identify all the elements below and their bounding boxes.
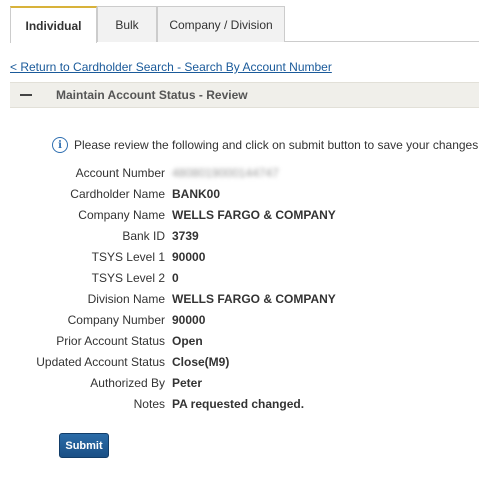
field-value: PA requested changed. [172, 396, 305, 411]
info-text: Please review the following and click on… [74, 138, 479, 152]
field-label: Company Number [67, 312, 165, 327]
field-label: TSYS Level 2 [91, 270, 165, 285]
field-tsys-level-1: TSYS Level 1 90000 [0, 246, 479, 267]
return-to-search-link[interactable]: < Return to Cardholder Search - Search B… [10, 60, 332, 74]
field-value: Open [172, 333, 203, 348]
field-value: BANK00 [172, 186, 221, 201]
review-fields: Account Number 4808019000144747 Cardhold… [0, 162, 479, 414]
collapse-icon[interactable] [20, 94, 32, 96]
field-value: WELLS FARGO & COMPANY [172, 207, 336, 222]
field-label: TSYS Level 1 [91, 249, 165, 264]
field-company-name: Company Name WELLS FARGO & COMPANY [0, 204, 479, 225]
info-icon: i [52, 137, 68, 153]
account-number-value: 4808019000144747 [172, 165, 279, 180]
submit-button[interactable]: Submit [59, 433, 109, 458]
field-prior-status: Prior Account Status Open [0, 330, 479, 351]
field-division-name: Division Name WELLS FARGO & COMPANY [0, 288, 479, 309]
field-company-number: Company Number 90000 [0, 309, 479, 330]
field-label: Prior Account Status [56, 333, 165, 348]
field-label: Authorized By [90, 375, 165, 390]
field-label: Division Name [87, 291, 165, 306]
field-label: Bank ID [122, 228, 165, 243]
field-value: 3739 [172, 228, 199, 243]
field-value: 90000 [172, 249, 206, 264]
field-label: Notes [133, 396, 165, 411]
field-cardholder-name: Cardholder Name BANK00 [0, 183, 479, 204]
tab-bulk[interactable]: Bulk [97, 6, 157, 42]
field-value: 0 [172, 270, 179, 285]
field-value: 90000 [172, 312, 206, 327]
field-label: Updated Account Status [36, 354, 165, 369]
section-title: Maintain Account Status - Review [56, 88, 248, 102]
field-value: Close(M9) [172, 354, 230, 369]
section-header[interactable]: Maintain Account Status - Review [10, 82, 479, 108]
field-label: Account Number [75, 165, 165, 180]
field-label: Cardholder Name [70, 186, 165, 201]
tab-bar: Individual Bulk Company / Division [10, 6, 479, 43]
field-value: Peter [172, 375, 203, 390]
field-updated-status: Updated Account Status Close(M9) [0, 351, 479, 372]
field-bank-id: Bank ID 3739 [0, 225, 479, 246]
field-notes: Notes PA requested changed. [0, 393, 479, 414]
info-message: i Please review the following and click … [52, 137, 478, 153]
field-tsys-level-2: TSYS Level 2 0 [0, 267, 479, 288]
field-authorized-by: Authorized By Peter [0, 372, 479, 393]
tab-individual[interactable]: Individual [10, 6, 97, 43]
field-value: WELLS FARGO & COMPANY [172, 291, 336, 306]
tab-company-division[interactable]: Company / Division [157, 6, 285, 42]
field-account-number: Account Number 4808019000144747 [0, 162, 479, 183]
field-label: Company Name [78, 207, 165, 222]
